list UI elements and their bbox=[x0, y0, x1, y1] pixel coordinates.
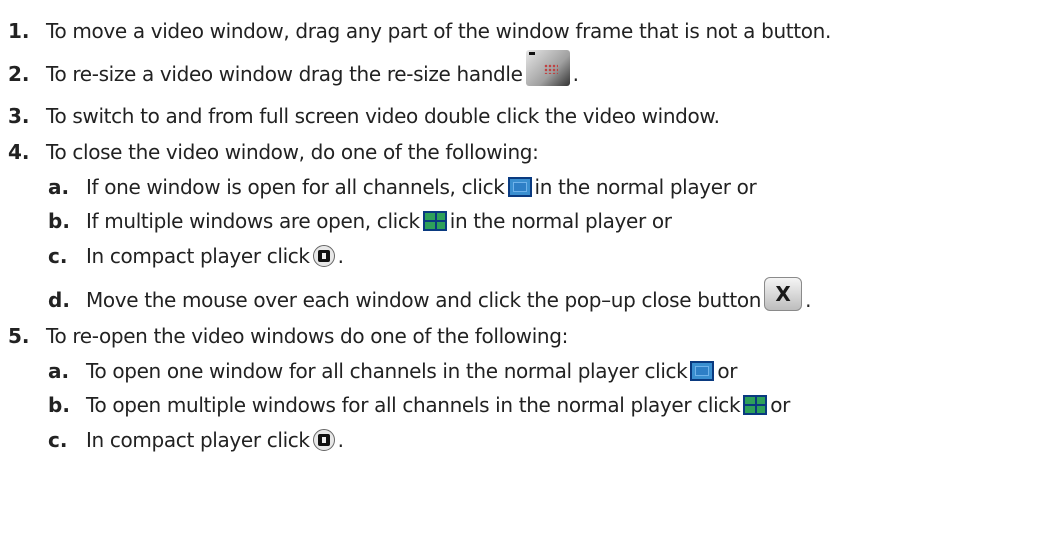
substep-text-after: or bbox=[717, 359, 738, 383]
substep-letter: b. bbox=[48, 393, 70, 417]
substep-text-after: . bbox=[805, 288, 812, 312]
substep-text: If multiple windows are open, click bbox=[86, 209, 420, 233]
substep-text-after: in the normal player or bbox=[449, 209, 672, 233]
step-5c: c. In compact player click . bbox=[0, 425, 1061, 455]
substep-text: If one window is open for all channels, … bbox=[86, 175, 505, 199]
step-4: 4. To close the video window, do one of … bbox=[0, 137, 1061, 167]
step-1: 1. To move a video window, drag any part… bbox=[0, 16, 1061, 46]
resize-handle-icon bbox=[525, 50, 570, 86]
substep-text: To open one window for all channels in t… bbox=[86, 359, 688, 383]
step-number: 4. bbox=[8, 140, 30, 164]
step-text-after: . bbox=[572, 62, 579, 86]
popup-close-button-icon: X bbox=[764, 277, 803, 311]
substep-letter: a. bbox=[48, 175, 70, 199]
step-5b: b. To open multiple windows for all chan… bbox=[0, 390, 1061, 420]
step-3: 3. To switch to and from full screen vid… bbox=[0, 101, 1061, 131]
substep-letter: d. bbox=[48, 288, 70, 312]
step-2: 2. To re-size a video window drag the re… bbox=[0, 50, 1061, 89]
substep-text: In compact player click bbox=[86, 428, 310, 452]
step-5: 5. To re-open the video windows do one o… bbox=[0, 321, 1061, 351]
substep-text-after: . bbox=[337, 428, 344, 452]
step-5a: a. To open one window for all channels i… bbox=[0, 356, 1061, 386]
step-4a: a. If one window is open for all channel… bbox=[0, 172, 1061, 202]
step-text: To close the video window, do one of the… bbox=[46, 140, 539, 164]
step-number: 1. bbox=[8, 19, 30, 43]
substep-letter: c. bbox=[48, 244, 68, 268]
step-number: 2. bbox=[8, 62, 30, 86]
step-number: 5. bbox=[8, 324, 30, 348]
compact-player-film-icon bbox=[312, 429, 335, 451]
substep-letter: b. bbox=[48, 209, 70, 233]
substep-text-after: . bbox=[337, 244, 344, 268]
step-text: To re-open the video windows do one of t… bbox=[46, 324, 568, 348]
step-4b: b. If multiple windows are open, click i… bbox=[0, 206, 1061, 236]
substep-text: To open multiple windows for all channel… bbox=[86, 393, 741, 417]
step-4d: d. Move the mouse over each window and c… bbox=[0, 277, 1061, 315]
substep-text: In compact player click bbox=[86, 244, 310, 268]
substep-text-after: in the normal player or bbox=[534, 175, 757, 199]
step-text: To move a video window, drag any part of… bbox=[46, 19, 831, 43]
substep-letter: c. bbox=[48, 428, 68, 452]
substep-text: Move the mouse over each window and clic… bbox=[86, 288, 762, 312]
step-number: 3. bbox=[8, 104, 30, 128]
single-window-icon bbox=[690, 361, 715, 381]
step-text: To re-size a video window drag the re-si… bbox=[46, 62, 523, 86]
multiple-windows-icon bbox=[422, 211, 447, 231]
step-4c: c. In compact player click . bbox=[0, 241, 1061, 271]
single-window-icon bbox=[507, 177, 532, 197]
substep-text-after: or bbox=[770, 393, 790, 417]
compact-player-film-icon bbox=[312, 245, 335, 267]
step-text: To switch to and from full screen video … bbox=[46, 104, 720, 128]
substep-letter: a. bbox=[48, 359, 70, 383]
multiple-windows-icon bbox=[743, 395, 768, 415]
